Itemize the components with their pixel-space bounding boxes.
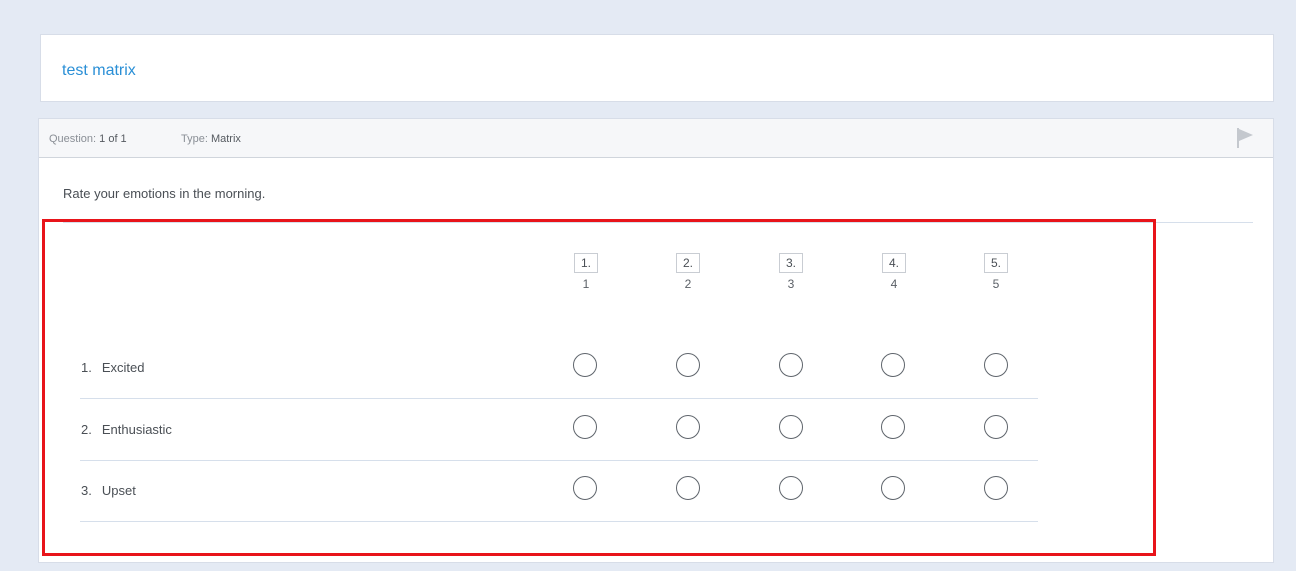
matrix-column-3: 3. 3 bbox=[771, 253, 811, 291]
matrix-column-4: 4. 4 bbox=[874, 253, 914, 291]
flag-icon[interactable] bbox=[1235, 127, 1255, 149]
survey-title-card: test matrix bbox=[40, 34, 1274, 102]
row-divider bbox=[80, 460, 1038, 461]
radio-row3-col5[interactable] bbox=[984, 476, 1008, 500]
radio-row2-col1[interactable] bbox=[573, 415, 597, 439]
column-index: 4. bbox=[882, 253, 906, 273]
matrix-row-label: 3. Upset bbox=[81, 483, 136, 498]
divider bbox=[63, 222, 1253, 223]
column-label: 1 bbox=[582, 277, 590, 291]
radio-row3-col3[interactable] bbox=[779, 476, 803, 500]
row-divider bbox=[80, 398, 1038, 399]
row-divider bbox=[80, 521, 1038, 522]
column-label: 5 bbox=[992, 277, 1000, 291]
radio-row2-col3[interactable] bbox=[779, 415, 803, 439]
column-index: 3. bbox=[779, 253, 803, 273]
question-type: Type: Matrix bbox=[181, 133, 241, 145]
radio-row1-col2[interactable] bbox=[676, 353, 700, 377]
column-label: 2 bbox=[684, 277, 692, 291]
radio-row3-col4[interactable] bbox=[881, 476, 905, 500]
radio-row3-col2[interactable] bbox=[676, 476, 700, 500]
question-header: Question: 1 of 1 Type: Matrix bbox=[39, 119, 1273, 158]
column-index: 1. bbox=[574, 253, 598, 273]
radio-row1-col5[interactable] bbox=[984, 353, 1008, 377]
matrix-column-2: 2. 2 bbox=[668, 253, 708, 291]
matrix-row-label: 2. Enthusiastic bbox=[81, 422, 172, 437]
radio-row1-col3[interactable] bbox=[779, 353, 803, 377]
question-number: Question: 1 of 1 bbox=[49, 133, 127, 145]
matrix-row-label: 1. Excited bbox=[81, 360, 145, 375]
survey-title: test matrix bbox=[62, 62, 136, 79]
question-card: Question: 1 of 1 Type: Matrix Rate your … bbox=[38, 118, 1274, 563]
column-index: 5. bbox=[984, 253, 1008, 273]
matrix-column-1: 1. 1 bbox=[566, 253, 606, 291]
matrix-column-5: 5. 5 bbox=[976, 253, 1016, 291]
column-index: 2. bbox=[676, 253, 700, 273]
radio-row3-col1[interactable] bbox=[573, 476, 597, 500]
question-prompt: Rate your emotions in the morning. bbox=[63, 186, 266, 201]
radio-row1-col1[interactable] bbox=[573, 353, 597, 377]
radio-row1-col4[interactable] bbox=[881, 353, 905, 377]
radio-row2-col2[interactable] bbox=[676, 415, 700, 439]
radio-row2-col5[interactable] bbox=[984, 415, 1008, 439]
radio-row2-col4[interactable] bbox=[881, 415, 905, 439]
column-label: 3 bbox=[787, 277, 795, 291]
column-label: 4 bbox=[890, 277, 898, 291]
